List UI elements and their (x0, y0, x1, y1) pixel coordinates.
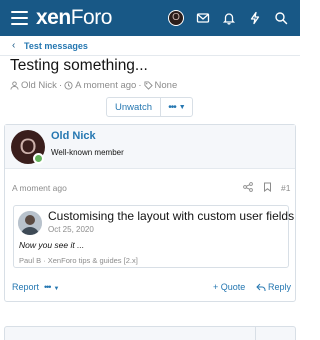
thread-meta: Old Nick · A moment ago · None (10, 80, 177, 91)
embed-footer: Paul B · XenForo tips & guides [2.x] (19, 256, 138, 265)
post-card: O Old Nick Well-known member A moment ag… (4, 124, 296, 302)
bookmark-icon[interactable] (263, 182, 272, 192)
bell-icon[interactable] (222, 11, 236, 25)
dropdown-arrow-icon: ▼ (53, 286, 60, 292)
post-user-band: O Old Nick Well-known member (5, 125, 295, 169)
post-more-button[interactable]: ••• ▼ (44, 282, 59, 292)
online-status-indicator (33, 153, 44, 164)
search-icon[interactable] (274, 11, 288, 25)
quote-button[interactable]: + Quote (213, 282, 245, 292)
thread-time[interactable]: A moment ago (75, 80, 136, 91)
unwatch-button[interactable]: Unwatch (107, 98, 160, 116)
top-navigation-bar: xenForo O (0, 0, 300, 36)
watch-button-group: Unwatch ••• ▼ (106, 97, 193, 117)
embed-title[interactable]: Customising the layout with custom user … (48, 209, 294, 223)
embed-date: Oct 25, 2020 (48, 225, 94, 234)
post-username[interactable]: Old Nick (51, 130, 96, 142)
embed-author-avatar (18, 211, 42, 235)
tag-icon (143, 81, 153, 90)
breadcrumb-link[interactable]: Test messages (24, 41, 88, 51)
logo-main-text: xen (36, 6, 71, 29)
clock-icon (64, 81, 73, 90)
post-more-dots: ••• (44, 282, 52, 292)
post-actions: Report ••• ▼ + Quote Reply (5, 282, 295, 296)
account-avatar-letter: O (172, 12, 180, 23)
more-options-button[interactable]: ••• ▼ (160, 98, 192, 116)
embed-body: Now you see it ... (19, 240, 85, 250)
embedded-thread-card[interactable]: Customising the layout with custom user … (13, 205, 294, 268)
envelope-icon[interactable] (196, 11, 210, 25)
more-dots: ••• (168, 101, 176, 113)
share-icon[interactable] (243, 182, 253, 192)
thread-action-bar: Unwatch ••• ▼ (0, 96, 300, 118)
bolt-icon[interactable] (248, 11, 262, 25)
card-divider (255, 327, 256, 340)
dropdown-arrow-icon: ▼ (178, 103, 186, 111)
post-time[interactable]: A moment ago (12, 183, 67, 193)
report-button[interactable]: Report (12, 282, 39, 292)
logo-rest-text: Foro (70, 6, 113, 29)
user-title: Well-known member (51, 148, 124, 157)
user-icon (10, 81, 19, 90)
site-logo[interactable]: xenForo (36, 6, 112, 30)
reply-label: Reply (268, 282, 292, 292)
account-avatar[interactable]: O (168, 10, 184, 26)
post-number[interactable]: #1 (281, 183, 290, 193)
breadcrumb: ‹ Test messages (0, 36, 300, 56)
menu-icon[interactable] (11, 11, 28, 25)
reply-button[interactable]: Reply (256, 282, 291, 292)
page-title: Testing something... (10, 57, 148, 74)
next-post-card (4, 326, 296, 340)
thread-tags: None (154, 80, 178, 91)
chevron-left-icon: ‹ (12, 40, 16, 51)
reply-icon (256, 283, 266, 291)
thread-author[interactable]: Old Nick (21, 80, 57, 91)
